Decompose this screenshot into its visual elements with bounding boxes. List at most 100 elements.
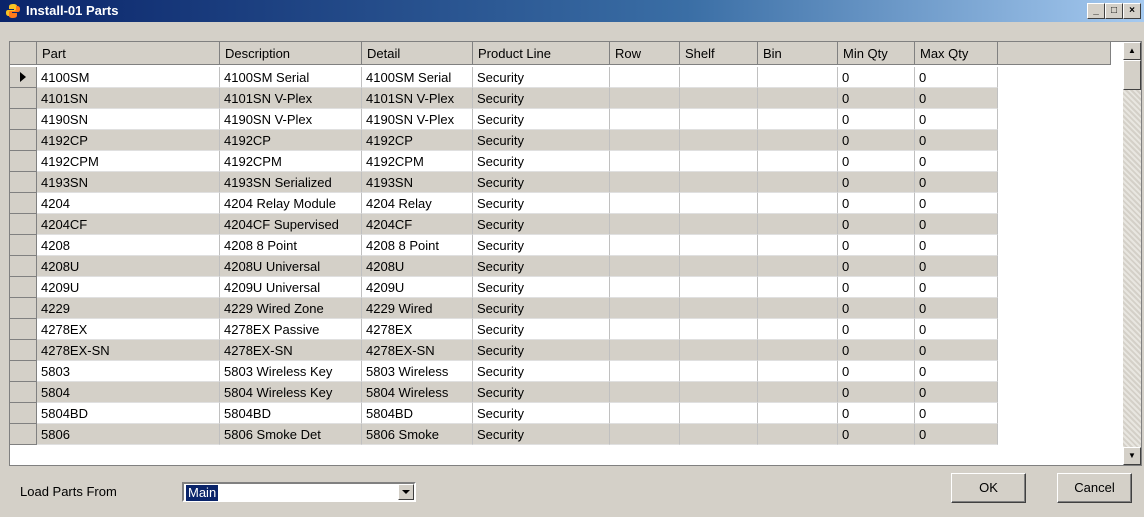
- cell-detail[interactable]: 5804BD: [362, 403, 473, 424]
- cell-bin[interactable]: [758, 130, 838, 151]
- cell-description[interactable]: 4101SN V-Plex: [220, 88, 362, 109]
- cell-bin[interactable]: [758, 193, 838, 214]
- cell-detail[interactable]: 4101SN V-Plex: [362, 88, 473, 109]
- table-row[interactable]: 5804 5804 Wireless Key 5804 Wireless Securi…: [10, 382, 1110, 403]
- cell-shelf[interactable]: [680, 382, 758, 403]
- row-selector[interactable]: [10, 130, 37, 151]
- cell-description[interactable]: 4190SN V-Plex: [220, 109, 362, 130]
- cell-product-line[interactable]: Security: [473, 382, 610, 403]
- cell-max-qty[interactable]: 0: [915, 319, 998, 340]
- cell-row[interactable]: [610, 403, 680, 424]
- cell-part[interactable]: 5803: [37, 361, 220, 382]
- scroll-thumb[interactable]: [1123, 60, 1141, 90]
- scroll-down-arrow-icon[interactable]: ▼: [1123, 447, 1141, 465]
- cell-description[interactable]: 4192CP: [220, 130, 362, 151]
- cell-part[interactable]: 4278EX: [37, 319, 220, 340]
- cell-shelf[interactable]: [680, 298, 758, 319]
- cell-description[interactable]: 4193SN Serialized: [220, 172, 362, 193]
- cell-min-qty[interactable]: 0: [838, 256, 915, 277]
- cell-max-qty[interactable]: 0: [915, 172, 998, 193]
- cell-min-qty[interactable]: 0: [838, 277, 915, 298]
- cell-max-qty[interactable]: 0: [915, 109, 998, 130]
- cell-product-line[interactable]: Security: [473, 109, 610, 130]
- cell-row[interactable]: [610, 361, 680, 382]
- cell-bin[interactable]: [758, 277, 838, 298]
- cell-max-qty[interactable]: 0: [915, 151, 998, 172]
- cell-min-qty[interactable]: 0: [838, 361, 915, 382]
- cell-part[interactable]: 4229: [37, 298, 220, 319]
- cell-max-qty[interactable]: 0: [915, 130, 998, 151]
- cell-description[interactable]: 5804 Wireless Key: [220, 382, 362, 403]
- table-row[interactable]: 4204CF 4204CF Supervised 4204CF Security 0 0: [10, 214, 1110, 235]
- cell-shelf[interactable]: [680, 424, 758, 445]
- cell-max-qty[interactable]: 0: [915, 235, 998, 256]
- cell-max-qty[interactable]: 0: [915, 193, 998, 214]
- cell-shelf[interactable]: [680, 151, 758, 172]
- cell-max-qty[interactable]: 0: [915, 382, 998, 403]
- row-selector[interactable]: [10, 256, 37, 277]
- cell-detail[interactable]: 4192CPM: [362, 151, 473, 172]
- row-selector[interactable]: [10, 424, 37, 445]
- cell-shelf[interactable]: [680, 67, 758, 88]
- cell-max-qty[interactable]: 0: [915, 256, 998, 277]
- cell-product-line[interactable]: Security: [473, 214, 610, 235]
- cell-max-qty[interactable]: 0: [915, 67, 998, 88]
- cell-bin[interactable]: [758, 403, 838, 424]
- cell-product-line[interactable]: Security: [473, 403, 610, 424]
- cell-description[interactable]: 4204 Relay Module: [220, 193, 362, 214]
- cell-product-line[interactable]: Security: [473, 88, 610, 109]
- cell-part[interactable]: 4192CP: [37, 130, 220, 151]
- table-row[interactable]: 4193SN 4193SN Serialized 4193SN Security 0 0: [10, 172, 1110, 193]
- table-row[interactable]: 4278EX 4278EX Passive 4278EX Security 0 0: [10, 319, 1110, 340]
- cell-max-qty[interactable]: 0: [915, 361, 998, 382]
- cancel-button[interactable]: Cancel: [1057, 473, 1132, 503]
- cell-max-qty[interactable]: 0: [915, 88, 998, 109]
- cell-row[interactable]: [610, 256, 680, 277]
- cell-product-line[interactable]: Security: [473, 67, 610, 88]
- cell-description[interactable]: 4209U Universal: [220, 277, 362, 298]
- cell-min-qty[interactable]: 0: [838, 340, 915, 361]
- cell-min-qty[interactable]: 0: [838, 109, 915, 130]
- cell-part[interactable]: 4204CF: [37, 214, 220, 235]
- row-selector[interactable]: [10, 298, 37, 319]
- row-selector[interactable]: [10, 172, 37, 193]
- cell-product-line[interactable]: Security: [473, 130, 610, 151]
- cell-row[interactable]: [610, 340, 680, 361]
- cell-shelf[interactable]: [680, 214, 758, 235]
- cell-bin[interactable]: [758, 235, 838, 256]
- cell-min-qty[interactable]: 0: [838, 193, 915, 214]
- cell-bin[interactable]: [758, 109, 838, 130]
- cell-description[interactable]: 4278EX-SN: [220, 340, 362, 361]
- cell-detail[interactable]: 4100SM Serial: [362, 67, 473, 88]
- table-row[interactable]: 4209U 4209U Universal 4209U Security 0 0: [10, 277, 1110, 298]
- cell-row[interactable]: [610, 172, 680, 193]
- cell-min-qty[interactable]: 0: [838, 424, 915, 445]
- column-header-product-line[interactable]: Product Line: [473, 42, 610, 65]
- parts-grid[interactable]: Part Description Detail Product Line Row Shel…: [9, 41, 1142, 466]
- row-selector[interactable]: [10, 109, 37, 130]
- cell-detail[interactable]: 4192CP: [362, 130, 473, 151]
- row-selector[interactable]: [10, 88, 37, 109]
- cell-detail[interactable]: 4190SN V-Plex: [362, 109, 473, 130]
- cell-detail[interactable]: 4208U: [362, 256, 473, 277]
- cell-part[interactable]: 4192CPM: [37, 151, 220, 172]
- row-selector[interactable]: [10, 67, 37, 88]
- cell-max-qty[interactable]: 0: [915, 403, 998, 424]
- cell-min-qty[interactable]: 0: [838, 67, 915, 88]
- cell-shelf[interactable]: [680, 235, 758, 256]
- cell-part[interactable]: 4101SN: [37, 88, 220, 109]
- cell-part[interactable]: 4208: [37, 235, 220, 256]
- cell-bin[interactable]: [758, 256, 838, 277]
- table-row[interactable]: 4229 4229 Wired Zone 4229 Wired Security 0 0: [10, 298, 1110, 319]
- cell-max-qty[interactable]: 0: [915, 214, 998, 235]
- close-button[interactable]: ×: [1123, 3, 1141, 19]
- cell-bin[interactable]: [758, 361, 838, 382]
- column-header-shelf[interactable]: Shelf: [680, 42, 758, 65]
- cell-part[interactable]: 4190SN: [37, 109, 220, 130]
- cell-row[interactable]: [610, 277, 680, 298]
- row-selector[interactable]: [10, 193, 37, 214]
- cell-row[interactable]: [610, 193, 680, 214]
- cell-detail[interactable]: 5804 Wireless: [362, 382, 473, 403]
- cell-row[interactable]: [610, 88, 680, 109]
- cell-bin[interactable]: [758, 214, 838, 235]
